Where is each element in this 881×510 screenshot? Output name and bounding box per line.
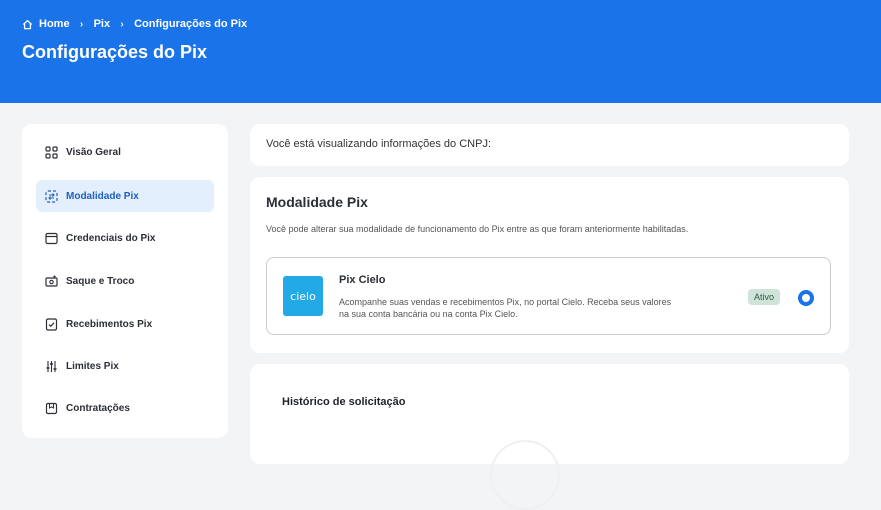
grid-icon (44, 145, 58, 159)
sidebar-item-label: Credenciais do Pix (66, 232, 156, 244)
cielo-logo: cielo (283, 276, 323, 316)
breadcrumb-home[interactable]: Home (39, 18, 70, 30)
breadcrumb: Home › Pix › Configurações do Pix (22, 18, 247, 30)
sidebar-item-limites-pix[interactable]: Limites Pix (36, 350, 214, 382)
checklist-icon (44, 317, 58, 331)
status-badge: Ativo (748, 289, 781, 305)
sidebar-item-visao-geral[interactable]: Visão Geral (36, 136, 214, 168)
sidebar: Visão Geral Modalidade Pix Credenciais d… (22, 124, 228, 438)
home-icon[interactable] (22, 19, 33, 30)
cnpj-info-text: Você está visualizando informações do CN… (266, 138, 492, 150)
modalidade-title: Modalidade Pix (266, 194, 368, 210)
chevron-right-icon: › (79, 18, 84, 30)
swap-icon (44, 189, 58, 203)
chevron-right-icon: › (120, 18, 124, 30)
breadcrumb-current: Configurações do Pix (134, 18, 248, 30)
option-description: Acompanhe suas vendas e recebimentos Pix… (339, 297, 672, 319)
breadcrumb-pix[interactable]: Pix (94, 18, 111, 30)
cash-icon (44, 274, 58, 288)
browser-icon (44, 231, 58, 245)
sidebar-item-credenciais-pix[interactable]: Credenciais do Pix (36, 222, 214, 254)
modalidade-description: Você pode alterar sua modalidade de func… (266, 224, 689, 234)
sidebar-item-label: Saque e Troco (66, 275, 135, 287)
sidebar-item-modalidade-pix[interactable]: Modalidade Pix (36, 180, 214, 212)
sidebar-item-label: Modalidade Pix (66, 190, 139, 202)
historico-card: Histórico de solicitação (250, 364, 849, 510)
sidebar-item-label: Recebimentos Pix (66, 318, 153, 330)
historico-title: Histórico de solicitação (282, 396, 406, 408)
sliders-icon (44, 359, 58, 373)
option-radio[interactable] (798, 290, 814, 306)
document-icon (44, 401, 58, 415)
page-header: Home › Pix › Configurações do Pix Config… (0, 0, 881, 103)
sidebar-item-saque-troco[interactable]: Saque e Troco (36, 265, 214, 297)
option-pix-cielo[interactable]: cielo Pix Cielo Acompanhe suas vendas e … (266, 257, 831, 335)
page-title: Configurações do Pix (22, 42, 208, 62)
option-title: Pix Cielo (339, 274, 386, 286)
sidebar-item-recebimentos-pix[interactable]: Recebimentos Pix (36, 308, 214, 340)
modalidade-card: Modalidade Pix Você pode alterar sua mod… (250, 177, 849, 353)
sidebar-item-label: Limites Pix (66, 360, 119, 372)
cielo-logo-text: cielo (290, 289, 316, 303)
cnpj-card: Você está visualizando informações do CN… (250, 124, 849, 166)
radio-dot (802, 294, 810, 302)
sidebar-item-contratacoes[interactable]: Contratações (36, 392, 214, 424)
sidebar-item-label: Visão Geral (66, 146, 121, 158)
sidebar-item-label: Contratações (66, 402, 130, 414)
